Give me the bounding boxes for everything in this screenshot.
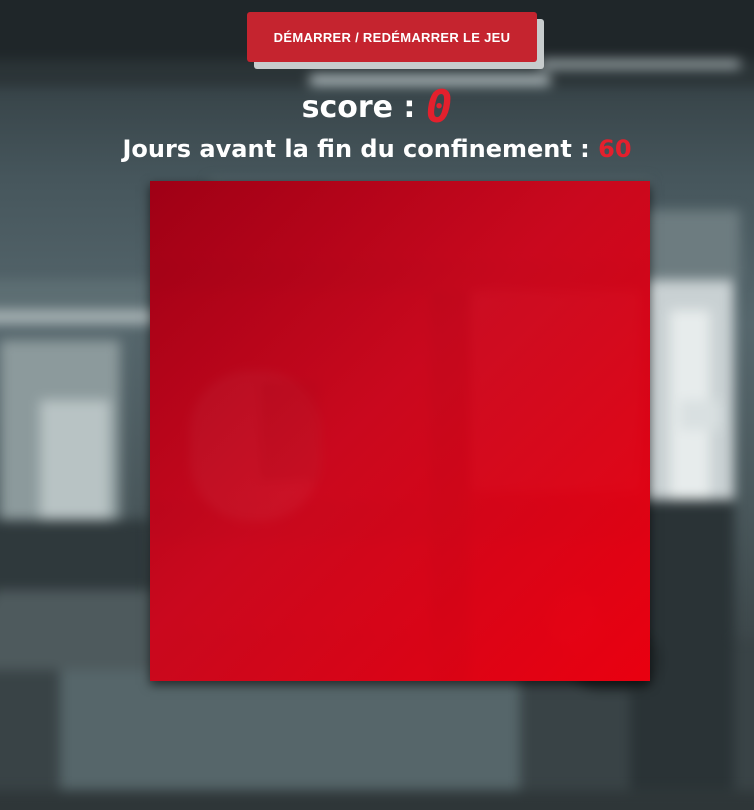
game-board[interactable] — [150, 181, 650, 681]
score-display: score : 0 — [0, 78, 754, 138]
score-value: 0 — [425, 82, 453, 133]
board-red-overlay — [150, 181, 650, 681]
score-label: score : — [301, 90, 416, 125]
countdown-display: Jours avant la fin du confinement : 60 — [0, 133, 754, 165]
countdown-value: 60 — [598, 135, 632, 163]
countdown-label: Jours avant la fin du confinement : — [122, 135, 590, 163]
start-restart-game-button[interactable]: DÉMARRER / REDÉMARRER LE JEU — [247, 12, 537, 62]
